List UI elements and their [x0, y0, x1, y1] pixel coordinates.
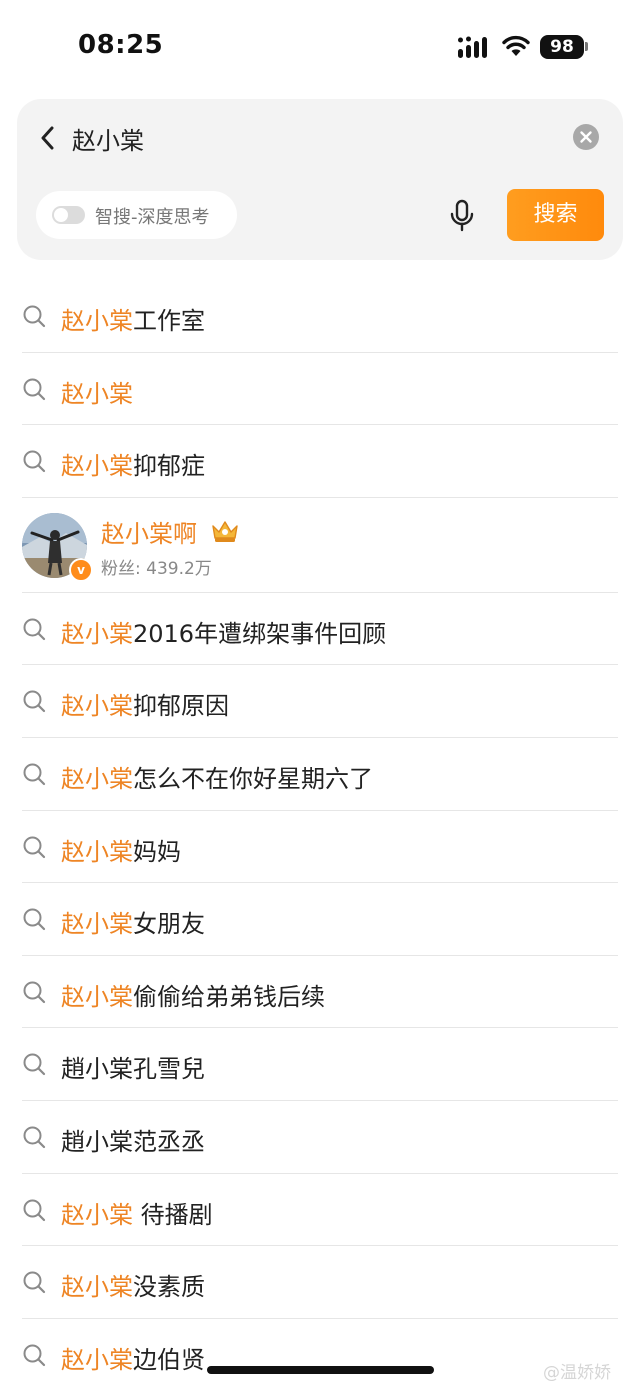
search-input[interactable]: 赵小棠	[72, 121, 144, 156]
suggestion-item[interactable]: 赵小棠工作室	[0, 280, 640, 353]
suggestion-text: 赵小棠偷偷给弟弟钱后续	[61, 982, 325, 1011]
search-icon	[23, 908, 46, 931]
search-icon	[23, 836, 46, 858]
suggestion-text: 趙小棠范丞丞	[61, 1127, 205, 1156]
suggestion-text: 赵小棠怎么不在你好星期六了	[61, 764, 373, 793]
search-icon	[23, 1344, 46, 1366]
suggestion-item[interactable]: 赵小棠抑郁症	[0, 425, 640, 498]
suggestion-item[interactable]: 赵小棠妈妈	[0, 811, 640, 884]
verified-badge-icon: v	[69, 557, 93, 582]
suggestion-text: 赵小棠边伯贤	[61, 1345, 205, 1374]
suggestion-item[interactable]: 赵小棠抑郁原因	[0, 665, 640, 738]
search-button[interactable]: 搜索	[507, 189, 604, 241]
suggestion-text: 赵小棠抑郁原因	[61, 692, 229, 721]
user-suggestion[interactable]: v 赵小棠啊 粉丝: 439.2万	[0, 498, 640, 593]
home-indicator[interactable]	[207, 1366, 434, 1374]
wifi-icon	[502, 35, 530, 56]
status-bar: 08:25 98	[0, 0, 640, 90]
suggestion-text: 赵小棠2016年遭绑架事件回顾	[61, 619, 387, 648]
suggestion-item[interactable]: 赵小棠怎么不在你好星期六了	[0, 738, 640, 811]
suggestion-item[interactable]: 赵小棠没素质	[0, 1246, 640, 1319]
search-panel: 赵小棠 智搜-深度思考 搜索	[17, 99, 623, 260]
toggle-knob	[54, 208, 68, 222]
suggestion-item[interactable]: 赵小棠偷偷给弟弟钱后续	[0, 956, 640, 1029]
suggestion-item[interactable]: 赵小棠女朋友	[0, 883, 640, 956]
back-arrow-icon[interactable]	[37, 123, 59, 153]
battery-tip	[585, 42, 588, 51]
suggestion-item[interactable]: 赵小棠	[0, 353, 640, 426]
search-icon	[23, 305, 46, 328]
suggestion-text: 赵小棠工作室	[61, 307, 205, 335]
suggestion-item[interactable]: 赵小棠 待播剧	[0, 1174, 640, 1247]
suggestion-text: 赵小棠女朋友	[61, 910, 205, 939]
suggestion-list: 赵小棠工作室 赵小棠 赵小棠抑郁症 v 赵小棠啊 粉丝: 439.2万 赵小棠2…	[0, 280, 640, 1391]
suggestion-text: 赵小棠 待播剧	[61, 1200, 213, 1229]
search-icon	[23, 1053, 46, 1076]
suggestion-item[interactable]: 赵小棠2016年遭绑架事件回顾	[0, 593, 640, 666]
deep-think-toggle[interactable]: 智搜-深度思考	[36, 191, 237, 239]
suggestion-text: 赵小棠妈妈	[61, 837, 181, 866]
microphone-icon[interactable]	[449, 199, 475, 233]
search-icon	[23, 378, 46, 400]
user-fans-count: 粉丝: 439.2万	[101, 558, 212, 579]
search-icon	[23, 1271, 46, 1294]
suggestion-item[interactable]: 趙小棠孔雪兒	[0, 1028, 640, 1101]
crown-icon	[212, 521, 238, 542]
suggestion-text: 趙小棠孔雪兒	[61, 1055, 205, 1084]
watermark: @温娇娇	[543, 1363, 611, 1383]
toggle-switch[interactable]	[52, 206, 85, 224]
user-name: 赵小棠啊	[101, 519, 197, 548]
battery-indicator: 98	[540, 35, 584, 59]
suggestion-text: 赵小棠抑郁症	[61, 452, 205, 481]
search-icon	[23, 450, 46, 473]
cellular-signal-icon	[458, 36, 487, 58]
deep-think-label: 智搜-深度思考	[95, 207, 210, 228]
search-icon	[23, 618, 46, 640]
suggestion-text: 赵小棠没素质	[61, 1273, 205, 1302]
search-icon	[23, 690, 46, 713]
search-icon	[23, 1126, 46, 1149]
suggestion-item[interactable]: 趙小棠范丞丞	[0, 1101, 640, 1174]
search-icon	[23, 981, 46, 1003]
search-icon	[23, 763, 46, 786]
search-icon	[23, 1199, 46, 1221]
status-time: 08:25	[78, 30, 164, 60]
clear-icon[interactable]	[573, 124, 599, 150]
suggestion-text: 赵小棠	[61, 379, 133, 408]
